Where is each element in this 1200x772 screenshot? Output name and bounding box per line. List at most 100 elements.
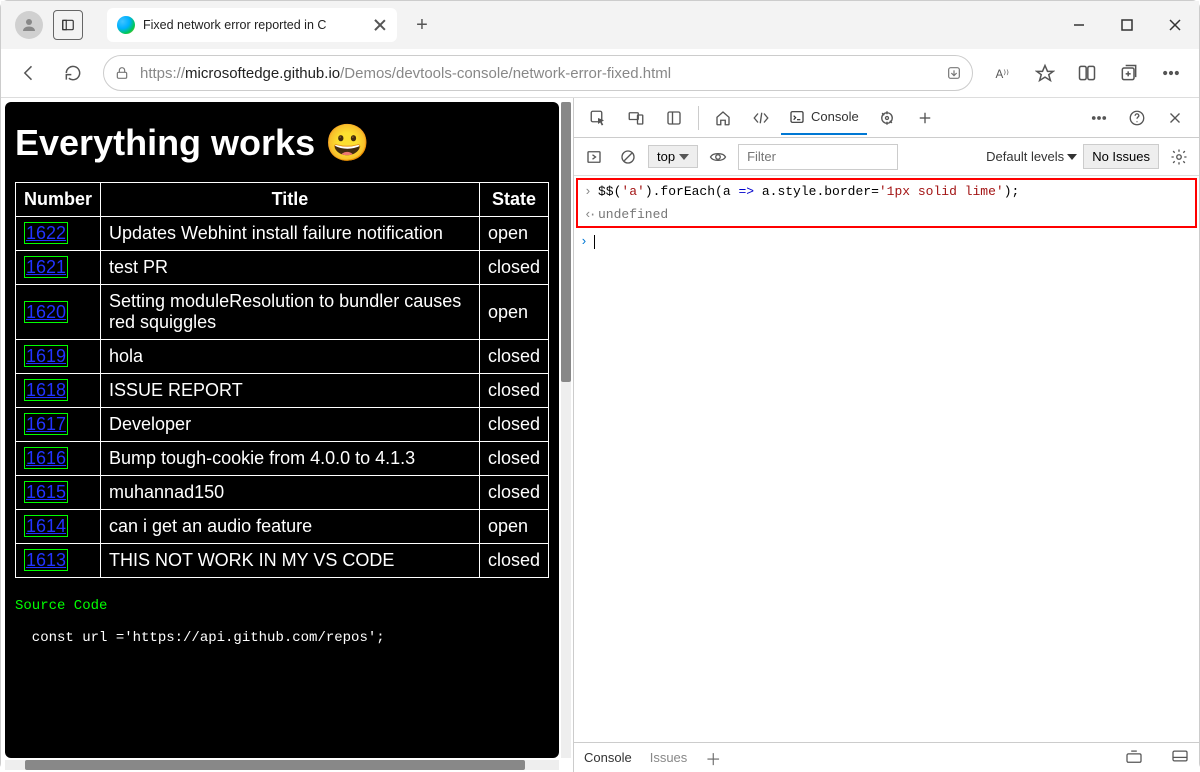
collections-icon[interactable]: [1109, 53, 1149, 93]
issue-title: can i get an audio feature: [101, 510, 480, 544]
url-toolbar: https://microsoftedge.github.io/Demos/de…: [1, 49, 1199, 97]
issue-link[interactable]: 1619: [24, 345, 68, 367]
devtools-drawer: Console Issues ＋: [574, 742, 1199, 772]
tab-title: Fixed network error reported in C: [143, 18, 369, 32]
page-viewport: Everything works 😀 NumberTitleState 1622…: [1, 98, 573, 772]
clear-console-icon[interactable]: [614, 143, 642, 171]
table-row: 1616 Bump tough-cookie from 4.0.0 to 4.1.…: [16, 442, 549, 476]
table-row: 1617Developerclosed: [16, 408, 549, 442]
browser-tab[interactable]: Fixed network error reported in C: [107, 8, 397, 42]
issue-link[interactable]: 1622: [24, 222, 68, 244]
source-code-snippet: const url ='https://api.github.com/repos…: [15, 630, 549, 646]
vertical-scrollbar[interactable]: [561, 102, 571, 758]
drawer-tab-console[interactable]: Console: [584, 750, 632, 765]
console-output-text: undefined: [598, 207, 668, 222]
issue-title: hola: [101, 340, 480, 374]
edge-favicon-icon: [117, 16, 135, 34]
window-titlebar: Fixed network error reported in C +: [1, 1, 1199, 49]
issue-link[interactable]: 1618: [24, 379, 68, 401]
tab-console[interactable]: Console: [781, 101, 867, 135]
issue-title: Developer: [101, 408, 480, 442]
favorites-icon[interactable]: [1025, 53, 1065, 93]
issue-link[interactable]: 1615: [24, 481, 68, 503]
drawer-add-tab-icon[interactable]: ＋: [705, 746, 721, 770]
issue-link[interactable]: 1621: [24, 256, 68, 278]
issue-link[interactable]: 1616: [24, 447, 68, 469]
split-screen-icon[interactable]: [1067, 53, 1107, 93]
sources-tab-icon[interactable]: [869, 100, 905, 136]
column-header: Number: [16, 183, 101, 217]
drawer-tab-issues[interactable]: Issues: [650, 750, 688, 765]
issue-title: muhannad150: [101, 476, 480, 510]
profile-avatar[interactable]: [15, 11, 43, 39]
close-window-button[interactable]: [1151, 1, 1199, 49]
input-marker-icon: [584, 184, 598, 199]
issue-state: closed: [479, 374, 548, 408]
table-row: 1618 ISSUE REPORTclosed: [16, 374, 549, 408]
issue-state: open: [479, 217, 548, 251]
elements-tab-icon[interactable]: [743, 100, 779, 136]
issues-table: NumberTitleState 1622Updates Webhint ins…: [15, 182, 549, 578]
refresh-button[interactable]: [53, 53, 93, 93]
issue-link[interactable]: 1614: [24, 515, 68, 537]
more-menu-icon[interactable]: [1151, 53, 1191, 93]
console-prompt[interactable]: ›: [574, 230, 1199, 253]
help-icon[interactable]: [1119, 100, 1155, 136]
toggle-sidebar-icon[interactable]: [580, 143, 608, 171]
issue-link[interactable]: 1613: [24, 549, 68, 571]
table-row: 1622Updates Webhint install failure noti…: [16, 217, 549, 251]
address-bar[interactable]: https://microsoftedge.github.io/Demos/de…: [103, 55, 973, 91]
maximize-button[interactable]: [1103, 1, 1151, 49]
table-row: 1621test PRclosed: [16, 251, 549, 285]
drawer-expand-icon[interactable]: [1125, 749, 1143, 766]
lock-icon: [114, 65, 130, 81]
read-aloud-icon[interactable]: A⁾⁾: [983, 53, 1023, 93]
issue-state: closed: [479, 251, 548, 285]
table-row: 1614 can i get an audio featureopen: [16, 510, 549, 544]
activity-bar-icon[interactable]: [656, 100, 692, 136]
table-row: 1613THIS NOT WORK IN MY VS CODEclosed: [16, 544, 549, 578]
issue-state: closed: [479, 340, 548, 374]
output-marker-icon: [584, 207, 598, 222]
issue-link[interactable]: 1617: [24, 413, 68, 435]
log-levels-dropdown[interactable]: Default levels: [986, 149, 1077, 164]
tab-actions-icon[interactable]: [53, 10, 83, 40]
console-toolbar: top Default levels No Issues: [574, 138, 1199, 176]
console-settings-icon[interactable]: [1165, 143, 1193, 171]
context-selector[interactable]: top: [648, 145, 698, 168]
issue-state: closed: [479, 442, 548, 476]
console-output-line: undefined: [578, 203, 1195, 226]
issue-title: ISSUE REPORT: [101, 374, 480, 408]
issue-title: THIS NOT WORK IN MY VS CODE: [101, 544, 480, 578]
issue-state: open: [479, 510, 548, 544]
page-heading: Everything works 😀: [15, 122, 549, 164]
device-toolbar-icon[interactable]: [618, 100, 654, 136]
table-row: 1619 holaclosed: [16, 340, 549, 374]
no-issues-button[interactable]: No Issues: [1083, 144, 1159, 169]
close-tab-icon[interactable]: [373, 18, 387, 32]
table-row: 1615 muhannad150closed: [16, 476, 549, 510]
new-tab-button[interactable]: +: [405, 8, 439, 42]
column-header: Title: [101, 183, 480, 217]
minimize-button[interactable]: [1055, 1, 1103, 49]
issue-link[interactable]: 1620: [24, 301, 68, 323]
svg-text:A⁾⁾: A⁾⁾: [996, 68, 1010, 81]
console-input-text: $$('a').forEach(a => a.style.border='1px…: [598, 184, 1189, 199]
welcome-tab-icon[interactable]: [705, 100, 741, 136]
console-output[interactable]: $$('a').forEach(a => a.style.border='1px…: [574, 176, 1199, 742]
app-available-icon[interactable]: [946, 65, 962, 81]
inspect-element-icon[interactable]: [580, 100, 616, 136]
column-header: State: [479, 183, 548, 217]
devtools-panel: Console top Default levels No Issues $$(…: [573, 98, 1199, 772]
filter-input[interactable]: [738, 144, 898, 170]
horizontal-scrollbar[interactable]: [5, 760, 559, 770]
issue-title: Bump tough-cookie from 4.0.0 to 4.1.3: [101, 442, 480, 476]
issue-state: open: [479, 285, 548, 340]
issue-state: closed: [479, 476, 548, 510]
devtools-more-icon[interactable]: [1081, 100, 1117, 136]
close-devtools-icon[interactable]: [1157, 100, 1193, 136]
live-expression-icon[interactable]: [704, 143, 732, 171]
more-tabs-icon[interactable]: [907, 100, 943, 136]
back-button[interactable]: [9, 53, 49, 93]
drawer-dock-icon[interactable]: [1171, 749, 1189, 766]
